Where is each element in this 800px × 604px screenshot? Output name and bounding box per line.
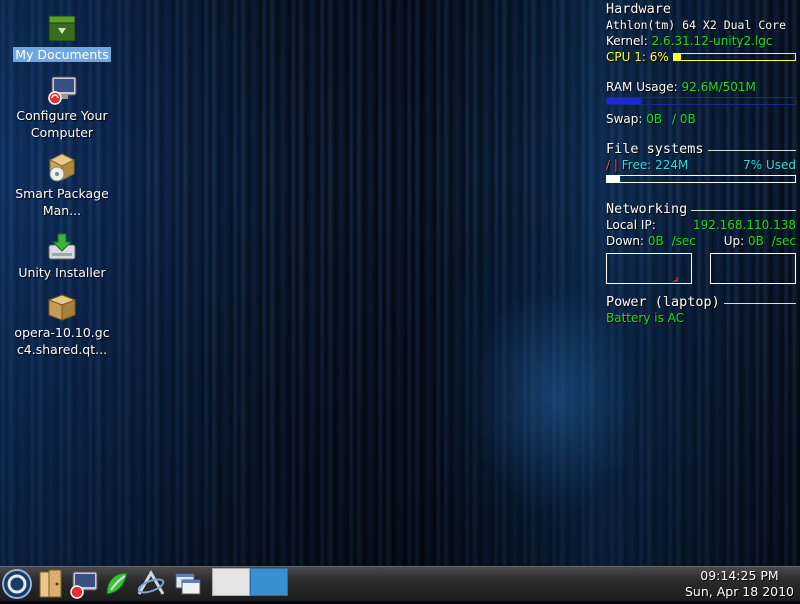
mount-point: / <box>606 158 611 172</box>
local-ip-row: Local IP: 192.168.110.138 <box>606 218 796 232</box>
filesystem-free: 224M <box>655 158 689 172</box>
desktop-icon-label: My Documents <box>13 47 111 62</box>
clock-time: 09:14:25 PM <box>700 568 779 583</box>
desktop-icon-label: Unity Installer <box>18 265 106 280</box>
filesystem-usage-bar <box>606 175 796 183</box>
desktop-icon-opera-package[interactable]: opera-10.10.gc c4.shared.qt... <box>8 291 116 358</box>
clock-date: Sun, Apr 18 2010 <box>684 584 794 599</box>
hardware-section-title: Hardware <box>606 1 672 17</box>
start-menu-icon <box>2 569 32 599</box>
network-speed-row: Down: 0B /sec Up: 0B /sec <box>606 234 796 248</box>
download-graph <box>606 253 692 284</box>
configure-computer-icon <box>70 571 98 599</box>
networking-section-title: Networking <box>606 201 796 217</box>
package-manager-icon <box>46 152 78 184</box>
installer-icon <box>46 231 78 263</box>
filesystem-row: / | Free: 224M 7% Used <box>606 158 796 172</box>
workspace-2[interactable] <box>250 568 288 596</box>
desktop-icon-unity-installer[interactable]: Unity Installer <box>8 231 116 281</box>
down-speed: 0B <box>647 234 664 248</box>
desktop-icon-my-documents[interactable]: My Documents <box>8 13 116 63</box>
desktop-icon-label: Smart Package Man... <box>15 186 109 218</box>
start-menu-button[interactable] <box>1 568 33 600</box>
package-launcher-button[interactable] <box>101 568 133 600</box>
filesystem-used: 7% Used <box>743 158 796 172</box>
up-speed: 0B <box>748 234 764 248</box>
system-monitor-panel: Hardware Athlon(tm) 64 X2 Dual Core Kern… <box>606 0 796 326</box>
swap-used: 0B <box>646 112 663 126</box>
ram-value: 92.6M/501M <box>681 80 756 94</box>
monitor-config-icon <box>46 74 78 106</box>
show-desktop-icon <box>175 573 201 595</box>
ram-row: RAM Usage: 92.6M/501M <box>606 80 756 94</box>
swap-row: Swap: 0B / 0B <box>606 112 696 126</box>
configure-computer-button[interactable] <box>67 568 99 600</box>
file-manager-icon <box>39 569 62 598</box>
folder-icon <box>46 13 78 45</box>
cpu-row: CPU 1: 6% <box>606 49 796 65</box>
package-box-icon <box>46 291 78 323</box>
cpu-usage-bar <box>672 53 796 61</box>
battery-status: Battery is AC <box>606 311 685 325</box>
cpu-model: Athlon(tm) 64 X2 Dual Core <box>606 18 787 32</box>
local-ip-value: 192.168.110.138 <box>692 218 796 232</box>
workspace-1[interactable] <box>212 568 250 596</box>
browser-icon <box>137 569 165 595</box>
filesystems-section-title: File systems <box>606 141 796 157</box>
power-section-title: Power (laptop) <box>606 294 796 310</box>
cpu-usage-fill <box>673 54 682 60</box>
swap-total: / 0B <box>671 112 696 126</box>
package-icon <box>106 572 128 595</box>
upload-graph <box>710 253 796 284</box>
desktop-icon-smart-package-manager[interactable]: Smart Package Man... <box>8 152 116 219</box>
desktop-icon-label: opera-10.10.gc c4.shared.qt... <box>14 325 110 357</box>
kernel-row: Kernel: 2.6.31.12-unity2.lgc <box>606 34 773 48</box>
kernel-value: 2.6.31.12-unity2.lgc <box>651 34 773 48</box>
desktop-icon-label: Configure Your Computer <box>16 108 108 140</box>
file-manager-button[interactable] <box>35 568 67 600</box>
browser-launcher-button[interactable] <box>135 568 167 600</box>
taskbar: 09:14:25 PM Sun, Apr 18 2010 <box>0 566 800 601</box>
ram-usage-bar <box>606 97 796 105</box>
filesystem-usage-fill <box>607 176 621 182</box>
cpu-value: 6% <box>649 50 669 64</box>
desktop-icon-configure-computer[interactable]: Configure Your Computer <box>8 74 116 141</box>
show-desktop-button[interactable] <box>172 568 204 600</box>
clock[interactable]: 09:14:25 PM Sun, Apr 18 2010 <box>685 567 794 600</box>
ram-usage-fill <box>607 98 641 104</box>
network-graphs <box>606 253 796 284</box>
